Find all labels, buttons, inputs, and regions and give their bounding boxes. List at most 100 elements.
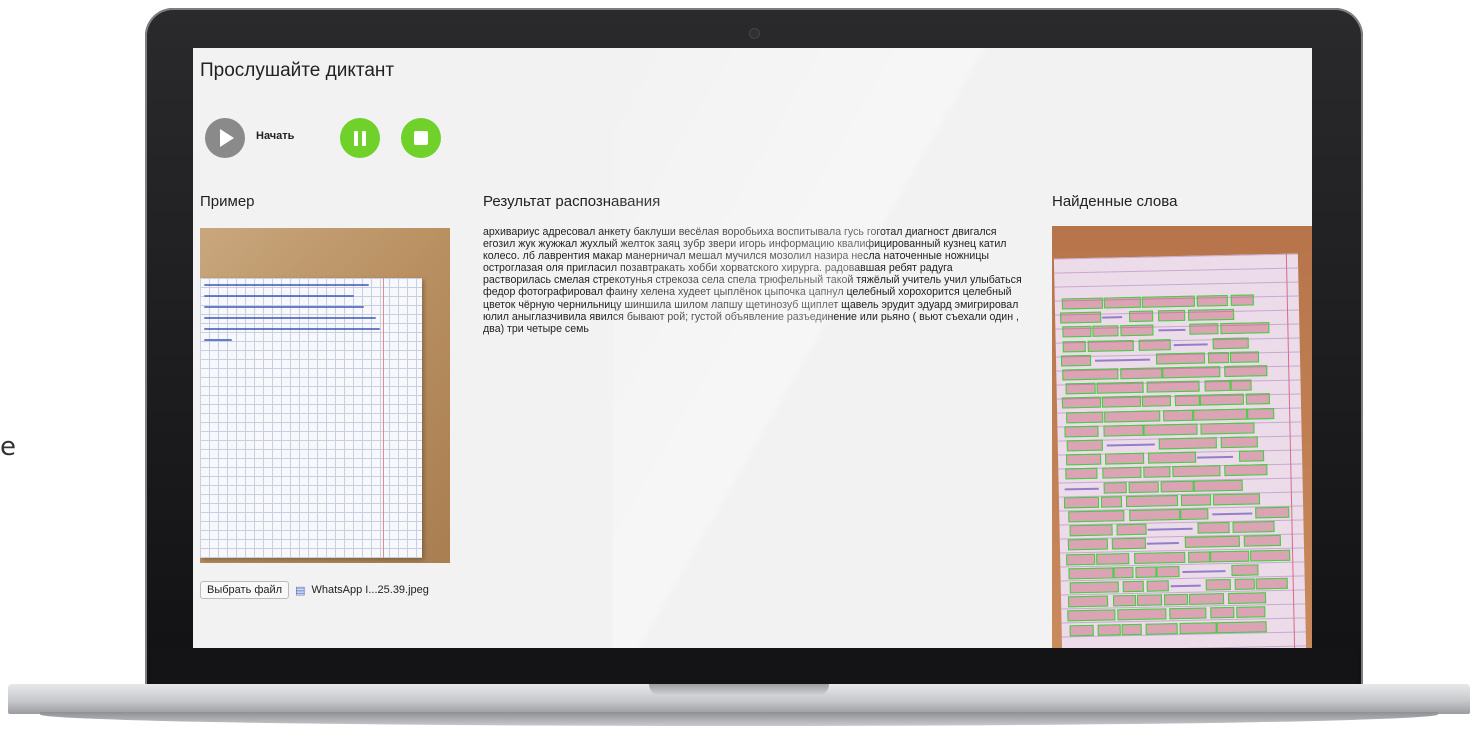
detected-word-box: [1224, 464, 1268, 477]
detected-word-box: [1161, 480, 1194, 492]
handwriting-stroke: [1106, 443, 1155, 447]
detected-word-box: [1060, 354, 1092, 367]
handwriting-stroke: [1146, 542, 1180, 546]
detected-word-box: [1230, 351, 1259, 363]
detected-word-box: [1134, 551, 1186, 564]
handwriting-line: [204, 339, 232, 341]
detected-word-box: [1138, 338, 1171, 351]
detected-word-box: [1250, 549, 1291, 562]
detected-word-box: [1113, 566, 1134, 579]
result-heading: Результат распознавания: [483, 193, 661, 210]
example-heading: Пример: [200, 193, 255, 210]
handwriting-line: [204, 284, 369, 286]
detected-word-box: [1234, 578, 1255, 590]
detected-word-box: [1200, 394, 1244, 406]
choose-file-button[interactable]: Выбрать файл: [200, 581, 290, 599]
detected-word-box: [1102, 424, 1144, 437]
laptop-base-edge: [40, 712, 1438, 726]
detected-word-box: [1188, 593, 1225, 606]
detected-word-box: [1062, 340, 1086, 353]
detected-word-box: [1122, 580, 1144, 593]
camera-icon: [749, 28, 760, 39]
stop-icon: [414, 131, 428, 145]
detected-word-box: [1193, 408, 1248, 421]
detected-word-box: [1255, 577, 1288, 590]
handwriting-line: [204, 306, 364, 308]
detected-word-box: [1102, 467, 1142, 480]
handwriting-stroke: [1102, 316, 1123, 319]
detected-word-box: [1212, 337, 1250, 349]
detected-word-box: [1197, 522, 1231, 534]
detected-word-box: [1174, 394, 1201, 407]
selected-file-name: WhatsApp I...25.39.jpeg: [311, 584, 429, 596]
detected-word-box: [1065, 382, 1097, 395]
detected-word-box: [1116, 523, 1147, 536]
detected-word-box: [1193, 479, 1243, 492]
found-words-heading: Найденные слова: [1052, 193, 1178, 210]
detected-word-box: [1143, 466, 1171, 479]
handwriting-stroke: [1158, 329, 1186, 332]
sheet-margin-line: [1285, 253, 1296, 648]
detected-word-box: [1245, 393, 1271, 405]
detected-word-box: [1210, 607, 1235, 619]
detected-word-box: [1061, 326, 1092, 338]
handwriting-stroke: [1182, 569, 1226, 573]
notebook-margin-line: [383, 278, 384, 558]
detected-word-box: [1230, 294, 1255, 306]
detected-word-box: [1142, 395, 1172, 408]
detected-word-box: [1068, 538, 1109, 551]
detected-word-box: [1187, 550, 1210, 563]
notebook-page: [200, 278, 422, 558]
pause-icon: [354, 130, 366, 146]
detected-word-box: [1067, 567, 1114, 580]
example-image: [200, 228, 450, 563]
detected-word-box: [1247, 407, 1275, 420]
handwriting-line: [204, 317, 376, 319]
detected-word-box: [1238, 450, 1265, 462]
handwriting-line: [204, 295, 354, 297]
laptop-chin: [151, 648, 1357, 688]
detected-word-box: [1121, 623, 1142, 635]
detected-word-box: [1096, 381, 1144, 394]
edge-artifact: e: [0, 432, 16, 462]
detected-word-box: [1143, 423, 1198, 436]
file-picker: Выбрать файл ▤ WhatsApp I...25.39.jpeg: [200, 581, 429, 599]
handwriting-stroke: [1095, 358, 1151, 362]
detected-word-box: [1196, 294, 1228, 307]
play-icon: [220, 129, 234, 147]
detected-word-box: [1065, 411, 1103, 423]
play-button[interactable]: [205, 118, 245, 158]
detected-word-box: [1067, 595, 1109, 608]
pause-button[interactable]: [340, 118, 380, 158]
detected-word-box: [1125, 494, 1179, 507]
detected-word-box: [1067, 609, 1116, 622]
detected-word-box: [1188, 309, 1234, 321]
detected-word-box: [1158, 310, 1186, 322]
detected-word-box: [1095, 552, 1130, 565]
detected-word-box: [1244, 535, 1282, 548]
detected-word-box: [1069, 624, 1095, 636]
handwriting-line: [204, 328, 380, 330]
detected-word-box: [1100, 496, 1123, 508]
detected-word-box: [1180, 494, 1212, 506]
detected-word-box: [1061, 297, 1104, 310]
page-title: Прослушайте диктант: [200, 60, 395, 81]
handwriting-stroke: [1211, 512, 1253, 516]
stop-button[interactable]: [401, 118, 441, 158]
dictation-controls: Начать: [205, 118, 465, 158]
detected-word-box: [1212, 493, 1261, 506]
detected-word-box: [1064, 425, 1099, 438]
detected-word-box: [1101, 396, 1141, 409]
detected-word-box: [1207, 351, 1229, 364]
detected-word-box: [1224, 365, 1268, 378]
detected-word-box: [1092, 325, 1119, 338]
detected-word-box: [1068, 524, 1113, 537]
detected-word-box: [1141, 295, 1196, 308]
detected-word-box: [1061, 368, 1119, 381]
detected-word-box: [1111, 538, 1147, 550]
detected-word-box: [1059, 311, 1102, 324]
detected-word-box: [1162, 366, 1221, 379]
annotated-sheet: [1053, 253, 1307, 648]
detected-word-box: [1236, 606, 1266, 619]
detected-word-box: [1255, 506, 1290, 519]
